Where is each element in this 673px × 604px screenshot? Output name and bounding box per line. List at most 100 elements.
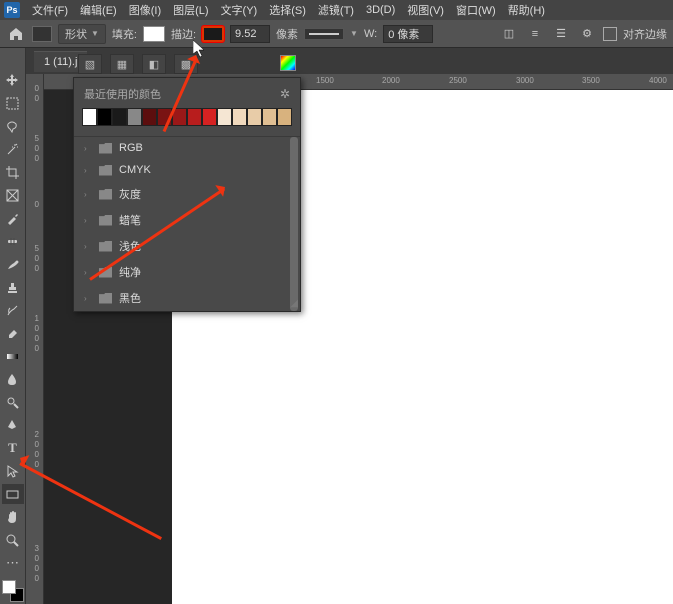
type-tool[interactable]: T (2, 438, 24, 458)
chevron-right-icon: › (84, 144, 92, 153)
menu-help[interactable]: 帮助(H) (502, 0, 551, 20)
edit-toolbar-button[interactable]: ⋯ (2, 553, 24, 573)
folder-label: RGB (119, 142, 143, 154)
scrollbar[interactable] (290, 137, 298, 311)
chevron-right-icon: › (84, 166, 92, 175)
width-field[interactable] (383, 25, 433, 43)
history-brush-tool[interactable] (2, 300, 24, 320)
path-select-tool[interactable] (2, 461, 24, 481)
color-swatch[interactable] (127, 108, 142, 126)
menu-filter[interactable]: 滤镜(T) (312, 0, 360, 20)
eyedropper-tool[interactable] (2, 208, 24, 228)
color-swatch[interactable] (247, 108, 262, 126)
menu-file[interactable]: 文件(F) (26, 0, 74, 20)
marquee-tool[interactable] (2, 93, 24, 113)
folder-label: 蜡笔 (119, 212, 141, 228)
hand-tool[interactable] (2, 507, 24, 527)
align-edges-checkbox[interactable] (603, 27, 617, 41)
fill-swatch[interactable] (143, 26, 165, 42)
folder-label: 浅色 (119, 238, 141, 254)
color-swatch[interactable] (217, 108, 232, 126)
folder-label: CMYK (119, 164, 151, 176)
no-fill-button[interactable]: ▧ (78, 54, 102, 74)
menu-type[interactable]: 文字(Y) (215, 0, 264, 20)
folder-label: 纯净 (119, 264, 141, 280)
path-ops-icon[interactable]: ◫ (499, 24, 519, 44)
gear-icon[interactable]: ✲ (280, 87, 290, 101)
color-picker-button[interactable] (280, 55, 296, 71)
solid-fill-button[interactable]: ▦ (110, 54, 134, 74)
menu-select[interactable]: 选择(S) (263, 0, 312, 20)
folder-icon (99, 241, 112, 252)
lasso-tool[interactable] (2, 116, 24, 136)
menu-view[interactable]: 视图(V) (401, 0, 450, 20)
folder-row[interactable]: › 纯净 (74, 259, 300, 285)
chevron-right-icon: › (84, 242, 92, 251)
resize-handle[interactable]: ◢ (290, 298, 298, 309)
brush-tool[interactable] (2, 254, 24, 274)
pattern-fill-button[interactable]: ▩ (174, 54, 198, 74)
menu-window[interactable]: 窗口(W) (450, 0, 502, 20)
menu-3d[interactable]: 3D(D) (360, 2, 401, 18)
ruler-vertical: 005000500100020003000 (26, 74, 44, 604)
folder-icon (99, 189, 112, 200)
heal-tool[interactable] (2, 231, 24, 251)
chevron-right-icon: › (84, 216, 92, 225)
color-swatch[interactable] (187, 108, 202, 126)
foreground-color[interactable] (2, 580, 16, 594)
arrange-icon[interactable]: ☰ (551, 24, 571, 44)
rectangle-tool[interactable] (2, 484, 24, 504)
color-swatches[interactable] (2, 580, 24, 602)
stroke-style-select[interactable] (304, 28, 344, 40)
folder-row[interactable]: › 蜡笔 (74, 207, 300, 233)
home-button[interactable] (6, 24, 26, 44)
width-label: W: (364, 28, 377, 40)
color-swatch[interactable] (112, 108, 127, 126)
align-icon[interactable]: ≡ (525, 24, 545, 44)
move-tool[interactable] (2, 70, 24, 90)
frame-tool[interactable] (2, 185, 24, 205)
folder-label: 黑色 (119, 290, 141, 306)
stroke-unit: 像素 (276, 26, 298, 42)
chevron-right-icon: › (84, 268, 92, 277)
wand-tool[interactable] (2, 139, 24, 159)
color-swatch[interactable] (142, 108, 157, 126)
blur-tool[interactable] (2, 369, 24, 389)
menu-image[interactable]: 图像(I) (123, 0, 167, 20)
color-swatch[interactable] (172, 108, 187, 126)
color-swatch[interactable] (277, 108, 292, 126)
eraser-tool[interactable] (2, 323, 24, 343)
folder-row[interactable]: › CMYK (74, 159, 300, 181)
tool-preset[interactable] (32, 26, 52, 42)
stroke-width-field[interactable] (230, 25, 270, 43)
color-swatch[interactable] (157, 108, 172, 126)
gradient-fill-button[interactable]: ◧ (142, 54, 166, 74)
shape-mode-label: 形状 (65, 26, 87, 42)
chevron-down-icon: ▼ (350, 29, 358, 38)
color-swatch[interactable] (262, 108, 277, 126)
color-swatch[interactable] (202, 108, 217, 126)
fill-color-popup: 最近使用的颜色 ✲ › RGB › CMYK ›灰度 › 蜡笔 › 浅色 › 纯净 › 黑色 ◢ (73, 77, 301, 312)
menu-layer[interactable]: 图层(L) (167, 0, 214, 20)
folder-icon (99, 215, 112, 226)
stamp-tool[interactable] (2, 277, 24, 297)
gear-icon[interactable]: ⚙ (577, 24, 597, 44)
folder-row[interactable]: › 黑色 (74, 285, 300, 311)
folder-row[interactable]: ›灰度 (74, 181, 300, 207)
zoom-tool[interactable] (2, 530, 24, 550)
folder-icon (99, 143, 112, 154)
chevron-right-icon: › (84, 294, 92, 303)
color-swatch[interactable] (82, 108, 97, 126)
shape-mode-select[interactable]: 形状 ▼ (58, 24, 106, 44)
dodge-tool[interactable] (2, 392, 24, 412)
color-swatch[interactable] (97, 108, 112, 126)
folder-row[interactable]: › 浅色 (74, 233, 300, 259)
pen-tool[interactable] (2, 415, 24, 435)
crop-tool[interactable] (2, 162, 24, 182)
recent-colors-label: 最近使用的颜色 (84, 86, 161, 102)
menu-edit[interactable]: 编辑(E) (74, 0, 123, 20)
gradient-tool[interactable] (2, 346, 24, 366)
stroke-swatch[interactable] (202, 26, 224, 42)
color-swatch[interactable] (232, 108, 247, 126)
folder-row[interactable]: › RGB (74, 137, 300, 159)
